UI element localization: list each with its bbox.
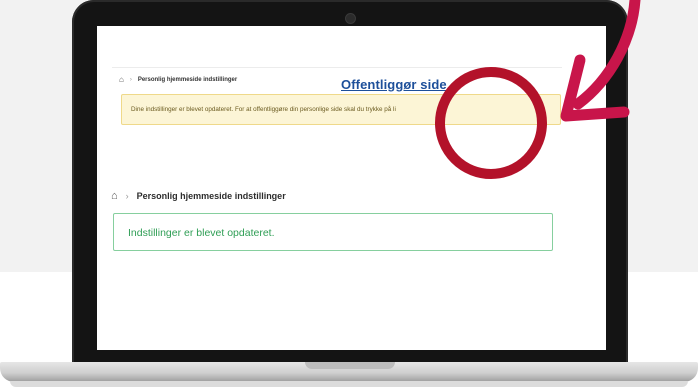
top-breadcrumb: ⌂ › Personlig hjemmeside indstillinger (119, 75, 237, 84)
highlight-circle (435, 67, 547, 179)
breadcrumb: ⌂ › Personlig hjemmeside indstillinger (111, 190, 286, 202)
laptop-shadow (10, 381, 688, 387)
success-alert: Indstillinger er blevet opdateret. (113, 213, 553, 251)
laptop-screen: ⌂ › Personlig hjemmeside indstillinger D… (97, 26, 606, 350)
breadcrumb-label: Personlig hjemmeside indstillinger (137, 76, 238, 83)
notice-text: Dine indstillinger er blevet opdateret. … (131, 106, 396, 113)
publish-page-link[interactable]: Offentliggør side (341, 77, 447, 92)
camera-icon (345, 13, 356, 24)
annotation-arrow-icon (560, 0, 641, 122)
home-icon[interactable]: ⌂ (111, 190, 118, 202)
home-icon[interactable]: ⌂ (119, 75, 124, 84)
laptop-notch (305, 362, 395, 369)
success-message: Indstillinger er blevet opdateret. (128, 227, 275, 239)
chevron-right-icon: › (125, 191, 129, 201)
chevron-right-icon: › (129, 76, 132, 83)
breadcrumb-label: Personlig hjemmeside indstillinger (136, 191, 286, 201)
